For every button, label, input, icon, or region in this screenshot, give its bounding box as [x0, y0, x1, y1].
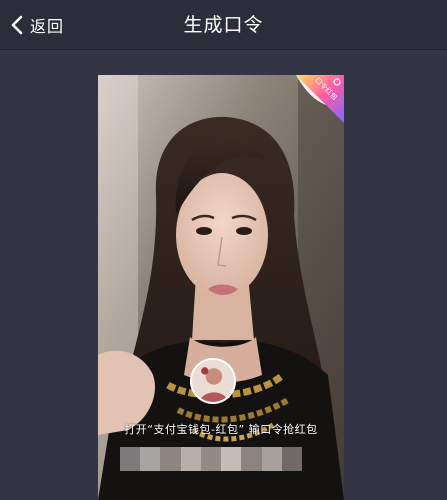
mosaic-block [160, 447, 181, 471]
mosaic-block [261, 447, 282, 471]
mosaic-block [120, 447, 141, 471]
avatar-image [192, 360, 234, 402]
instruction-text: 打开“支付宝钱包-红包” 输口令抢红包 [124, 423, 318, 436]
mosaic-block [140, 447, 161, 471]
avatar [190, 358, 236, 404]
mosaic-block [221, 447, 242, 471]
navbar: 返回 生成口令 [0, 0, 447, 50]
corner-badge: 口令红包 [296, 75, 344, 123]
page-title: 生成口令 [183, 14, 264, 36]
share-code-card: 口令红包 打开“支付宝钱包-红包” 输口令抢红包 [98, 75, 344, 500]
mosaic-block [281, 447, 302, 471]
mosaic-block [200, 447, 222, 471]
mosaic-block [241, 447, 262, 471]
redacted-code [120, 447, 302, 471]
mosaic-block [180, 447, 201, 471]
